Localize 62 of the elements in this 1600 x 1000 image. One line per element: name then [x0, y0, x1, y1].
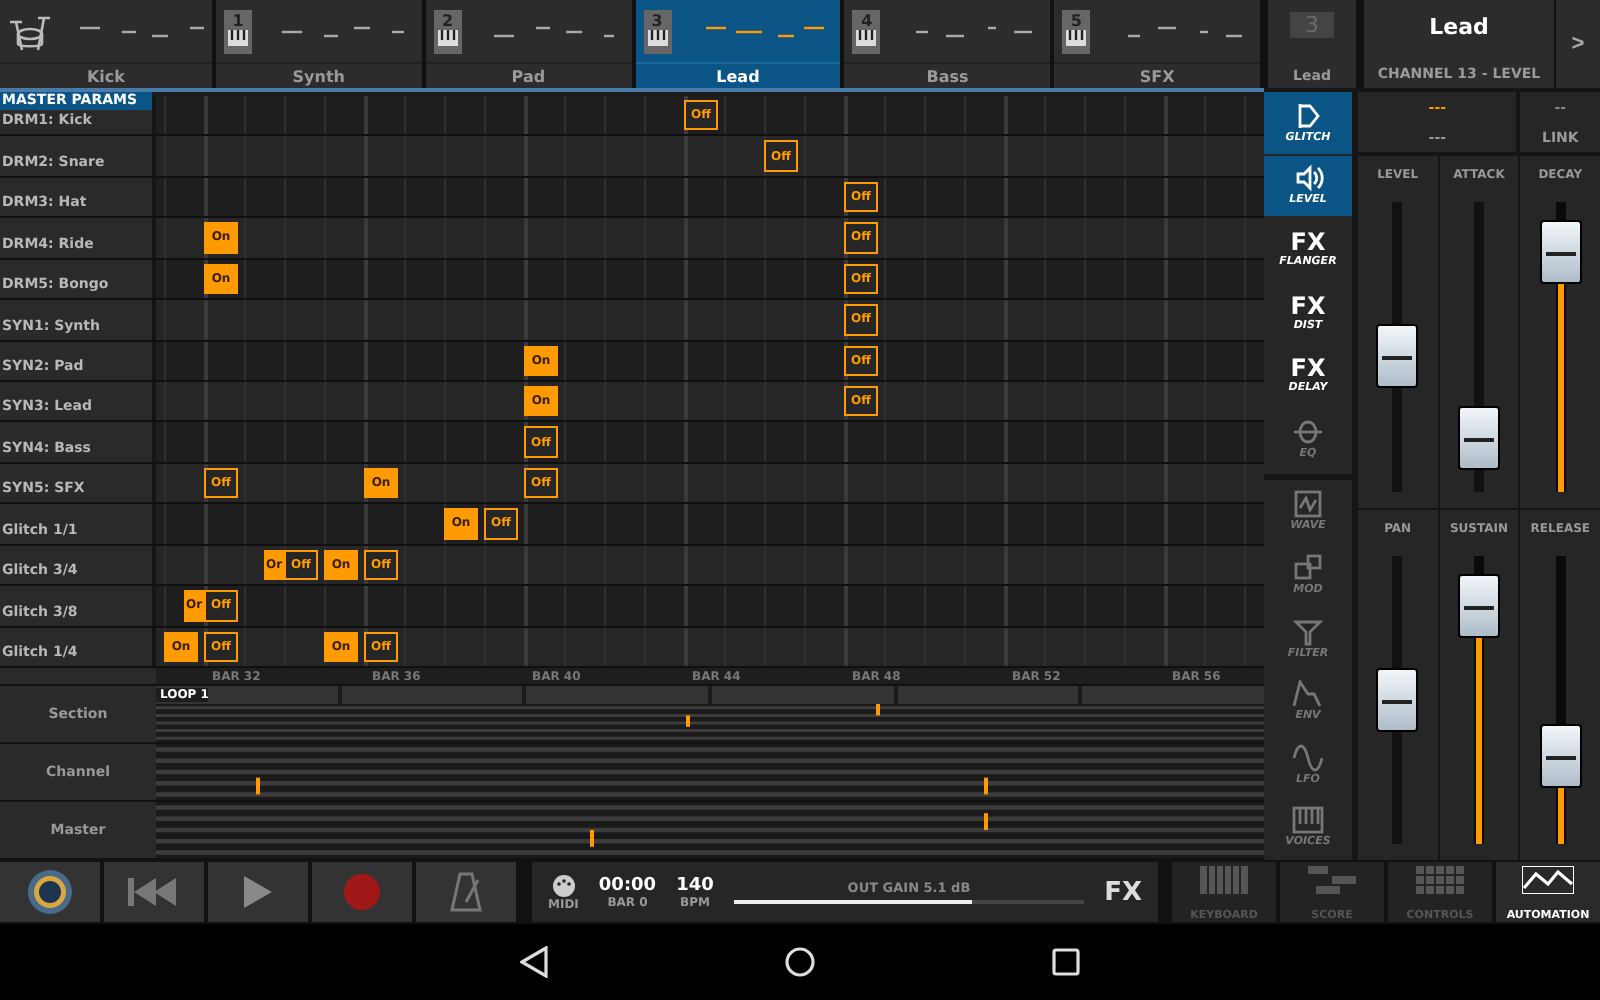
track-tab[interactable]: 3 Lead — [635, 0, 841, 88]
fx-label[interactable]: FX — [1104, 877, 1142, 907]
waveform-icon — [1292, 490, 1324, 519]
track-number: 3 — [651, 11, 663, 29]
piano-icon — [1066, 29, 1087, 45]
slider-thumb[interactable] — [1539, 220, 1582, 284]
fx-mark: FX — [1290, 293, 1326, 318]
metronome-icon — [450, 872, 482, 912]
piano-icon — [856, 29, 877, 45]
grid-icon — [1416, 866, 1464, 894]
sine-wave-icon — [1292, 743, 1324, 772]
piano-icon — [437, 29, 458, 45]
play-icon — [244, 876, 272, 908]
modulation-icon — [1292, 553, 1324, 582]
envelope-icon — [1292, 680, 1324, 709]
track-number: 5 — [1070, 11, 1082, 29]
tab-label: Bass — [844, 62, 1051, 88]
track-number: 1 — [232, 11, 244, 29]
tab-label: Lead — [635, 62, 841, 88]
fx-mark: FX — [1290, 356, 1326, 381]
midi-port-icon — [551, 873, 576, 897]
rewind-button[interactable] — [104, 862, 204, 922]
track-number: 2 — [442, 11, 454, 29]
time-display: 00:00 — [598, 875, 657, 895]
skip-back-icon — [128, 878, 180, 906]
tab-label: Kick — [0, 62, 212, 88]
automation-curve-icon — [1522, 866, 1574, 894]
app-menu-button[interactable] — [0, 862, 100, 922]
recents-icon[interactable] — [1052, 948, 1080, 976]
filter-icon — [1292, 617, 1324, 645]
track-tab[interactable]: 2 Pad — [425, 0, 632, 88]
slider-thumb[interactable] — [1376, 323, 1419, 388]
track-number: 4 — [861, 11, 873, 29]
tab-label: Pad — [425, 62, 632, 88]
fx-mark: FX — [1290, 229, 1326, 254]
piano-icon — [228, 29, 248, 45]
track-tab[interactable]: Kick — [0, 0, 212, 88]
logo-icon — [26, 868, 74, 916]
tempo-value: 140 — [676, 875, 714, 895]
piano-icon — [647, 29, 668, 45]
keyboard-icon — [1292, 806, 1324, 835]
play-button[interactable] — [208, 862, 308, 922]
next-button[interactable]: > — [1556, 0, 1600, 88]
slider-thumb[interactable] — [1539, 723, 1582, 788]
tab-label: SFX — [1054, 62, 1260, 88]
score-lanes-icon — [1308, 866, 1356, 894]
track-tab[interactable]: 5 SFX — [1054, 0, 1260, 88]
metronome-button[interactable] — [416, 862, 516, 922]
slider-thumb[interactable] — [1376, 667, 1419, 732]
home-icon[interactable] — [784, 946, 816, 978]
eq-curve-icon — [1292, 417, 1324, 446]
piano-keys-icon — [1200, 866, 1248, 894]
slider-thumb[interactable] — [1457, 406, 1500, 471]
track-tab[interactable]: 4 Bass — [844, 0, 1051, 88]
record-icon — [344, 874, 380, 910]
back-icon[interactable] — [520, 946, 548, 978]
track-tab[interactable]: 1 Synth — [216, 0, 422, 88]
speaker-icon — [1292, 164, 1324, 193]
drum-kit-icon — [8, 11, 52, 51]
channel-name: Lead — [1429, 14, 1489, 40]
slider-thumb[interactable] — [1457, 573, 1500, 637]
tab-label: Synth — [216, 62, 422, 88]
